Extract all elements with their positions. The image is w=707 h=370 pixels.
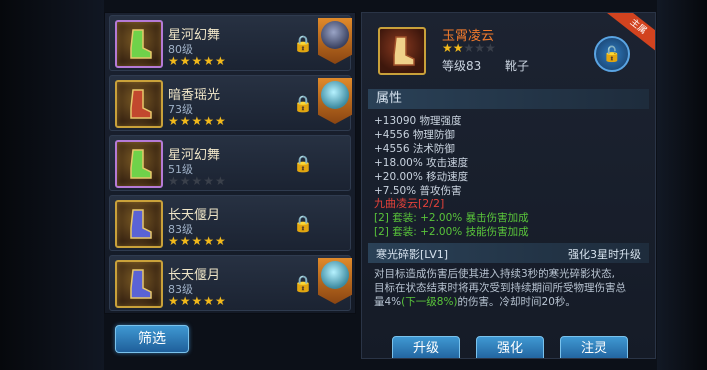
skill-description: 对目标造成伤害后使其进入持续3秒的寒光碎影状态, 目标在状态结束时将再次受到持续… [374,267,644,309]
boot-icon [130,269,152,299]
boot-icon [130,149,152,179]
stat-line: +20.00% 移动速度 [374,171,469,183]
stars-filled: ★★★★★ [168,54,227,68]
item-level: 等级83 [442,59,482,73]
boot-icon [130,209,152,239]
boot-icon [115,80,163,128]
stars-empty: ★★★★★ [168,174,227,188]
star-rating: ★★★★★ [442,41,496,55]
boot-icon [393,36,415,66]
boot-icon [130,29,152,59]
list-item[interactable]: 星河幻舞 80级 ★★★★★ 🔒 [109,15,352,71]
skill-name: 寒光碎影[LV1] [376,248,449,261]
stars-empty: ★★★ [463,41,496,55]
boot-icon [130,89,152,119]
star-rating: ★★★★★ [168,114,227,128]
unlock-icon[interactable]: 🔓 [594,36,630,72]
set-bonus-line: [2] 套装: +2.00% 暴击伤害加成 [374,212,529,224]
lock-icon[interactable]: 🔒 [293,154,313,173]
item-type: 靴子 [505,59,530,73]
set-bonus-line: [2] 套装: +2.00% 技能伤害加成 [374,226,529,238]
lock-icon[interactable]: 🔒 [293,34,313,53]
set-bonus-title: 九曲凌云[2/2] [374,197,445,210]
lock-icon[interactable]: 🔒 [293,274,313,293]
stat-line: +4556 法术防御 [374,143,455,155]
enhance-button[interactable]: 强化 [476,336,544,358]
item-detail-panel: 主属 玉霄凌云 ★★★★★ 等级83 靴子 🔓 属性 +13090 物理强度 +… [361,12,656,359]
skill-description-text: 量4% [374,296,402,308]
attributes-header: 属性 [368,89,649,109]
boot-icon [115,20,163,68]
boot-icon [115,140,163,188]
skill-next-level-value: (下一级8%) [401,296,458,308]
stars-filled: ★★★★★ [168,294,227,308]
list-item[interactable]: 星河幻舞 51级 ★★★★★ 🔒 [109,135,351,191]
star-rating: ★★★★★ [168,294,227,308]
hero-avatar [321,261,349,289]
hero-avatar [321,81,349,109]
background-right [657,0,707,370]
filter-button[interactable]: 筛选 [115,325,189,353]
boot-icon [115,260,163,308]
upgrade-button[interactable]: 升级 [392,336,460,358]
list-item[interactable]: 长天偃月 83级 ★★★★★ 🔒 [109,195,351,251]
hero-avatar [321,21,349,49]
star-rating: ★★★★★ [168,54,227,68]
equipment-list[interactable]: 星河幻舞 80级 ★★★★★ 🔒 暗香瑶光 73级 ★★★★★ 🔒 星河幻舞 5… [104,12,356,314]
list-item[interactable]: 长天偃月 83级 ★★★★★ 🔒 [109,255,352,311]
stat-line: +4556 物理防御 [374,129,455,141]
background-left [0,0,104,370]
hero-badge [318,78,352,124]
infuse-button[interactable]: 注灵 [560,336,628,358]
stars-filled: ★★★★★ [168,114,227,128]
lock-icon[interactable]: 🔒 [293,94,313,113]
skill-header: 寒光碎影[LV1] 强化3星时升级 [368,243,649,263]
star-rating: ★★★★★ [168,174,227,188]
skill-description-line: 对目标造成伤害后使其进入持续3秒的寒光碎影状态, [374,268,616,280]
boot-icon [378,27,426,75]
hero-badge [318,258,352,304]
star-rating: ★★★★★ [168,234,227,248]
skill-description-line: 量4%(下一级8%)的伤害。冷却时间20秒。 [374,295,644,309]
skill-description-line: 目标在状态结束时将再次受到持续期间所受物理伤害总 [374,282,626,294]
skill-description-text: 的伤害。冷却时间20秒。 [457,296,576,308]
hero-badge [318,18,352,64]
stars-filled: ★★★★★ [168,234,227,248]
boot-icon [115,200,163,248]
stat-line: +13090 物理强度 [374,115,462,127]
lock-icon[interactable]: 🔒 [293,214,313,233]
skill-upgrade-hint: 强化3星时升级 [568,248,641,261]
list-item[interactable]: 暗香瑶光 73级 ★★★★★ 🔒 [109,75,352,131]
stars-filled: ★★ [442,41,464,55]
stat-line: +18.00% 攻击速度 [374,157,469,169]
